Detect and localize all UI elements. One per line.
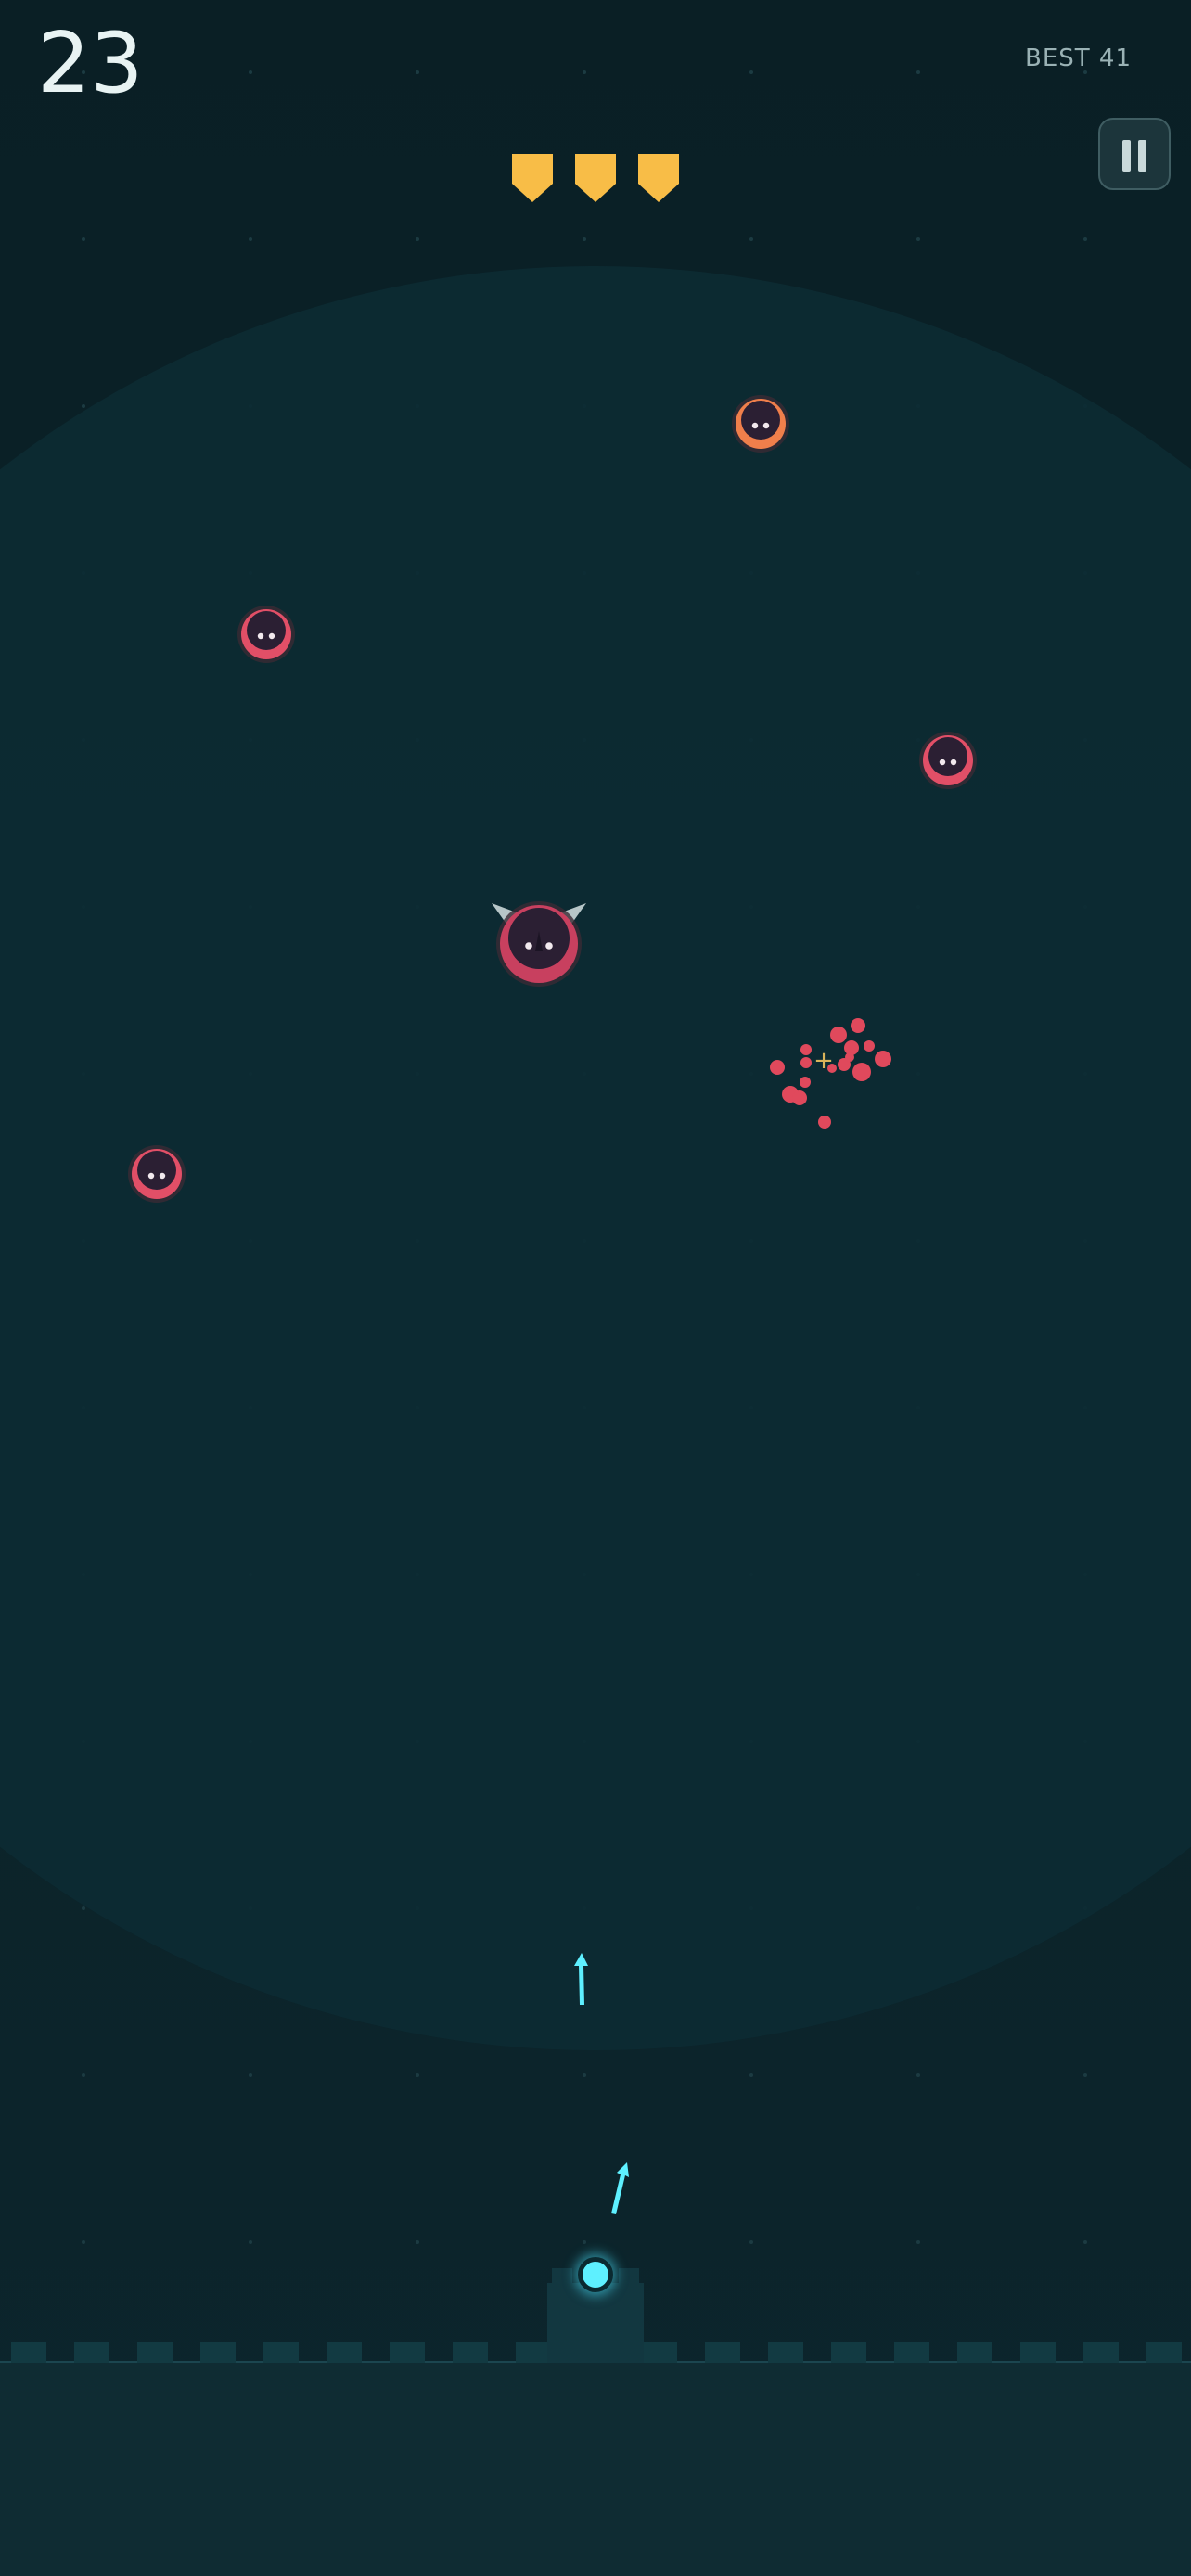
wall-merlon (831, 2342, 866, 2363)
wall-merlon (957, 2342, 992, 2363)
shield-icon (512, 154, 553, 202)
arena: + (0, 266, 1191, 2050)
burst-particle (800, 1077, 811, 1088)
wall-merlon (327, 2342, 362, 2363)
pickup-plus: + (813, 1047, 834, 1075)
burst-particle (845, 1052, 854, 1062)
shield-icon (575, 154, 616, 202)
wall-merlon (263, 2342, 299, 2363)
enemy-red-blob[interactable] (127, 1144, 186, 1204)
turret-core (578, 2257, 613, 2292)
burst-particle (830, 1027, 847, 1043)
wall-merlon (200, 2342, 236, 2363)
wall-merlon (1083, 2342, 1119, 2363)
burst-particle (800, 1057, 812, 1068)
wall-merlon (74, 2342, 109, 2363)
ground (0, 2361, 1191, 2576)
wall-merlon (1146, 2342, 1182, 2363)
wall-merlon (705, 2342, 740, 2363)
turret-icon[interactable] (547, 2257, 644, 2363)
burst-particle (851, 1018, 865, 1033)
wall-merlon (894, 2342, 929, 2363)
burst-particle (792, 1090, 807, 1105)
wall-merlon (642, 2342, 677, 2363)
enemy-red-blob[interactable] (918, 731, 978, 790)
best-score: BEST 41 (1025, 45, 1132, 72)
projectile-arrow (611, 2162, 629, 2214)
pause-icon (1122, 140, 1131, 172)
score-counter: 23 (37, 15, 144, 112)
burst-particle (770, 1060, 785, 1075)
pause-button[interactable] (1098, 118, 1171, 190)
wall-merlon (516, 2342, 551, 2363)
enemy-orange-blob[interactable] (731, 394, 790, 453)
game-stage[interactable]: + 23 BEST 41 (0, 0, 1191, 2576)
turret-base (547, 2283, 644, 2363)
enemy-red-blob[interactable] (237, 605, 296, 664)
wall-merlon (453, 2342, 488, 2363)
wall-merlon (1020, 2342, 1056, 2363)
wall-merlon (11, 2342, 46, 2363)
burst-particle (818, 1116, 831, 1129)
pause-icon-bar (1138, 140, 1146, 172)
shield-icon (638, 154, 679, 202)
wall-merlon (390, 2342, 425, 2363)
burst-particle (875, 1051, 891, 1067)
projectile-arrow (574, 1953, 588, 2005)
wall-merlon (768, 2342, 803, 2363)
burst-particle (864, 1040, 875, 1052)
burst-particle (852, 1063, 871, 1081)
enemy-horned-boss[interactable] (490, 898, 588, 987)
wall-merlon (137, 2342, 173, 2363)
burst-particle (800, 1044, 812, 1055)
shield-lives (510, 154, 681, 206)
